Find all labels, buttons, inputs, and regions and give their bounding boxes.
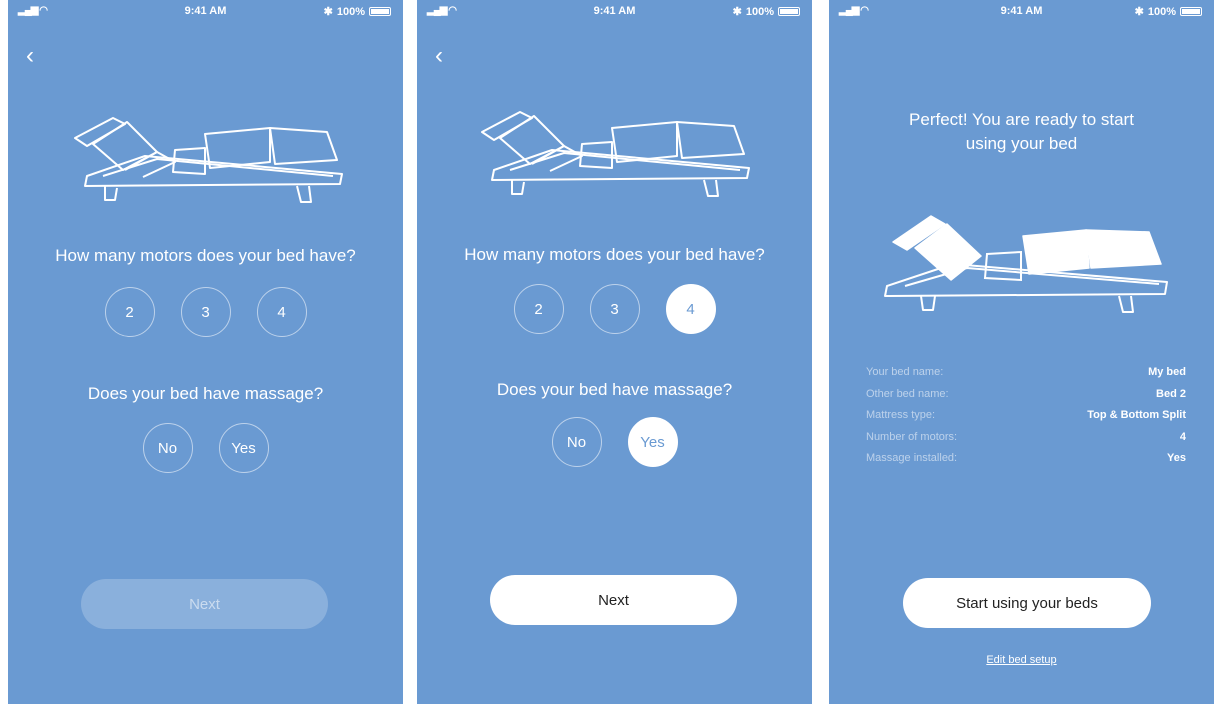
summary-row: Massage installed: Yes bbox=[866, 452, 1186, 474]
motors-setup-screen-selected: ▂▄▆ ◠ 9:41 AM ✱ 100% ‹ How many motors d… bbox=[417, 0, 812, 704]
massage-option-yes[interactable]: Yes bbox=[627, 417, 678, 467]
bed-summary: Your bed name: My bed Other bed name: Be… bbox=[866, 366, 1186, 474]
bluetooth-icon: ✱ bbox=[732, 6, 742, 18]
battery-percent: 100% bbox=[336, 5, 365, 18]
summary-row: Your bed name: My bed bbox=[866, 366, 1186, 388]
summary-label: Number of motors: bbox=[866, 430, 958, 443]
back-chevron-icon[interactable]: ‹ bbox=[26, 44, 40, 68]
status-bar: ▂▄▆ ◠ 9:41 AM ✱ 100% bbox=[8, 0, 403, 22]
bluetooth-icon: ✱ bbox=[1134, 6, 1144, 18]
motor-option-3[interactable]: 3 bbox=[589, 284, 640, 334]
summary-label: Your bed name: bbox=[866, 366, 944, 378]
massage-question: Does your bed have massage? bbox=[87, 384, 324, 403]
summary-label: Mattress type: bbox=[866, 409, 936, 421]
battery-icon bbox=[1180, 7, 1202, 16]
summary-label: Massage installed: bbox=[866, 452, 958, 464]
battery-icon bbox=[778, 7, 800, 16]
motor-options: 2 3 4 bbox=[8, 287, 403, 337]
motor-options: 2 3 4 bbox=[417, 284, 812, 334]
motors-setup-screen: ▂▄▆ ◠ 9:41 AM ✱ 100% ‹ How many motors d… bbox=[8, 0, 403, 704]
bed-illustration bbox=[884, 215, 1168, 313]
edit-bed-setup-link[interactable]: Edit bed setup bbox=[829, 654, 1214, 666]
massage-option-yes[interactable]: Yes bbox=[218, 423, 269, 473]
summary-row: Other bed name: Bed 2 bbox=[866, 388, 1186, 410]
summary-value: Top & Bottom Split bbox=[1087, 409, 1186, 421]
summary-value: Yes bbox=[1167, 452, 1186, 464]
start-using-beds-button[interactable]: Start using your beds bbox=[903, 578, 1151, 628]
completion-heading-line2: using your bed bbox=[965, 134, 1078, 153]
massage-options: No Yes bbox=[8, 423, 403, 473]
motors-question: How many motors does your bed have? bbox=[55, 246, 356, 265]
massage-options: No Yes bbox=[417, 417, 812, 467]
summary-row: Mattress type: Top & Bottom Split bbox=[866, 409, 1186, 431]
massage-option-no[interactable]: No bbox=[551, 417, 602, 467]
motor-option-2[interactable]: 2 bbox=[104, 287, 155, 337]
battery-percent: 100% bbox=[745, 5, 774, 18]
motor-option-4[interactable]: 4 bbox=[256, 287, 307, 337]
next-button[interactable]: Next bbox=[490, 575, 737, 625]
motor-option-3[interactable]: 3 bbox=[180, 287, 231, 337]
bed-illustration bbox=[74, 117, 343, 203]
setup-complete-screen: ▂▄▆ ◠ 9:41 AM ✱ 100% Perfect! You are re… bbox=[829, 0, 1214, 704]
motors-question: How many motors does your bed have? bbox=[464, 245, 765, 264]
motor-option-4[interactable]: 4 bbox=[665, 284, 716, 334]
battery-icon bbox=[369, 7, 391, 16]
summary-label: Other bed name: bbox=[866, 387, 949, 400]
completion-heading-line1: Perfect! You are ready to start bbox=[909, 110, 1134, 129]
motor-option-2[interactable]: 2 bbox=[513, 284, 564, 334]
summary-value: My bed bbox=[1148, 366, 1186, 378]
completion-heading: Perfect! You are ready to start using yo… bbox=[829, 108, 1214, 156]
summary-row: Number of motors: 4 bbox=[866, 431, 1186, 453]
bed-illustration bbox=[481, 111, 750, 197]
status-bar: ▂▄▆ ◠ 9:41 AM ✱ 100% bbox=[417, 0, 812, 22]
next-button[interactable]: Next bbox=[81, 579, 328, 629]
battery-percent: 100% bbox=[1147, 5, 1176, 18]
massage-option-no[interactable]: No bbox=[142, 423, 193, 473]
status-bar: ▂▄▆ ◠ 9:41 AM ✱ 100% bbox=[829, 0, 1214, 22]
back-chevron-icon[interactable]: ‹ bbox=[435, 44, 449, 68]
massage-question: Does your bed have massage? bbox=[496, 380, 733, 399]
summary-value: Bed 2 bbox=[1156, 387, 1186, 400]
bluetooth-icon: ✱ bbox=[323, 6, 333, 18]
summary-value: 4 bbox=[1179, 430, 1186, 443]
